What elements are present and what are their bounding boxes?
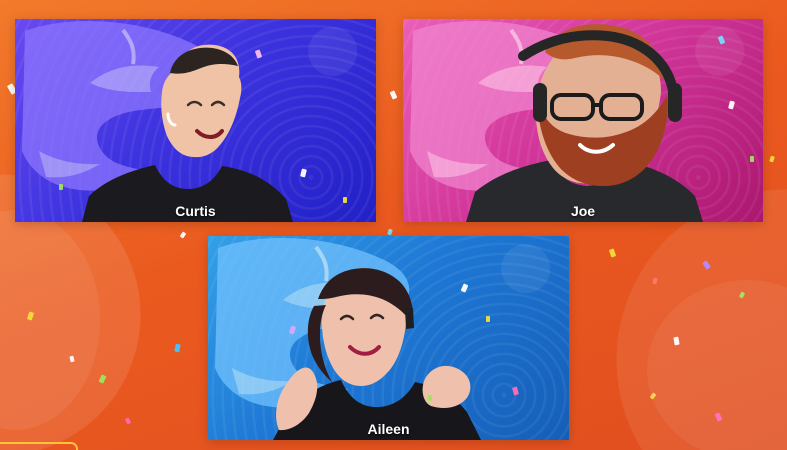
participant-name-curtis: Curtis bbox=[175, 203, 216, 219]
confetti-piece bbox=[608, 248, 617, 258]
confetti-piece bbox=[387, 228, 393, 236]
meeting-stage: Curtis Joe Aileen bbox=[0, 0, 787, 450]
participant-name-aileen: Aileen bbox=[367, 421, 410, 437]
confetti-piece bbox=[702, 260, 711, 270]
corner-accent bbox=[0, 442, 78, 450]
confetti-piece bbox=[343, 197, 347, 203]
confetti-piece bbox=[179, 231, 187, 239]
confetti-piece bbox=[738, 291, 746, 299]
confetti-piece bbox=[652, 277, 658, 285]
confetti-piece bbox=[750, 156, 754, 162]
confetti-piece bbox=[486, 316, 490, 322]
confetti-piece bbox=[649, 392, 657, 400]
confetti-piece bbox=[124, 417, 132, 425]
participant-video-curtis bbox=[82, 44, 293, 222]
participant-video-joe bbox=[466, 24, 703, 222]
confetti-piece bbox=[26, 311, 35, 321]
confetti-piece bbox=[673, 336, 680, 346]
participant-tile-joe[interactable]: Joe bbox=[403, 19, 763, 222]
confetti-piece bbox=[174, 343, 181, 353]
participant-tile-curtis[interactable]: Curtis bbox=[15, 19, 376, 222]
participant-video-aileen bbox=[273, 268, 481, 440]
confetti-piece bbox=[769, 155, 775, 163]
confetti-piece bbox=[714, 412, 723, 422]
participant-tile-aileen[interactable]: Aileen bbox=[208, 236, 569, 440]
confetti-piece bbox=[98, 374, 107, 384]
confetti-piece bbox=[69, 355, 75, 363]
participant-name-joe: Joe bbox=[570, 203, 596, 219]
confetti-piece bbox=[428, 395, 432, 401]
confetti-piece bbox=[389, 90, 398, 100]
confetti-piece bbox=[59, 184, 63, 190]
